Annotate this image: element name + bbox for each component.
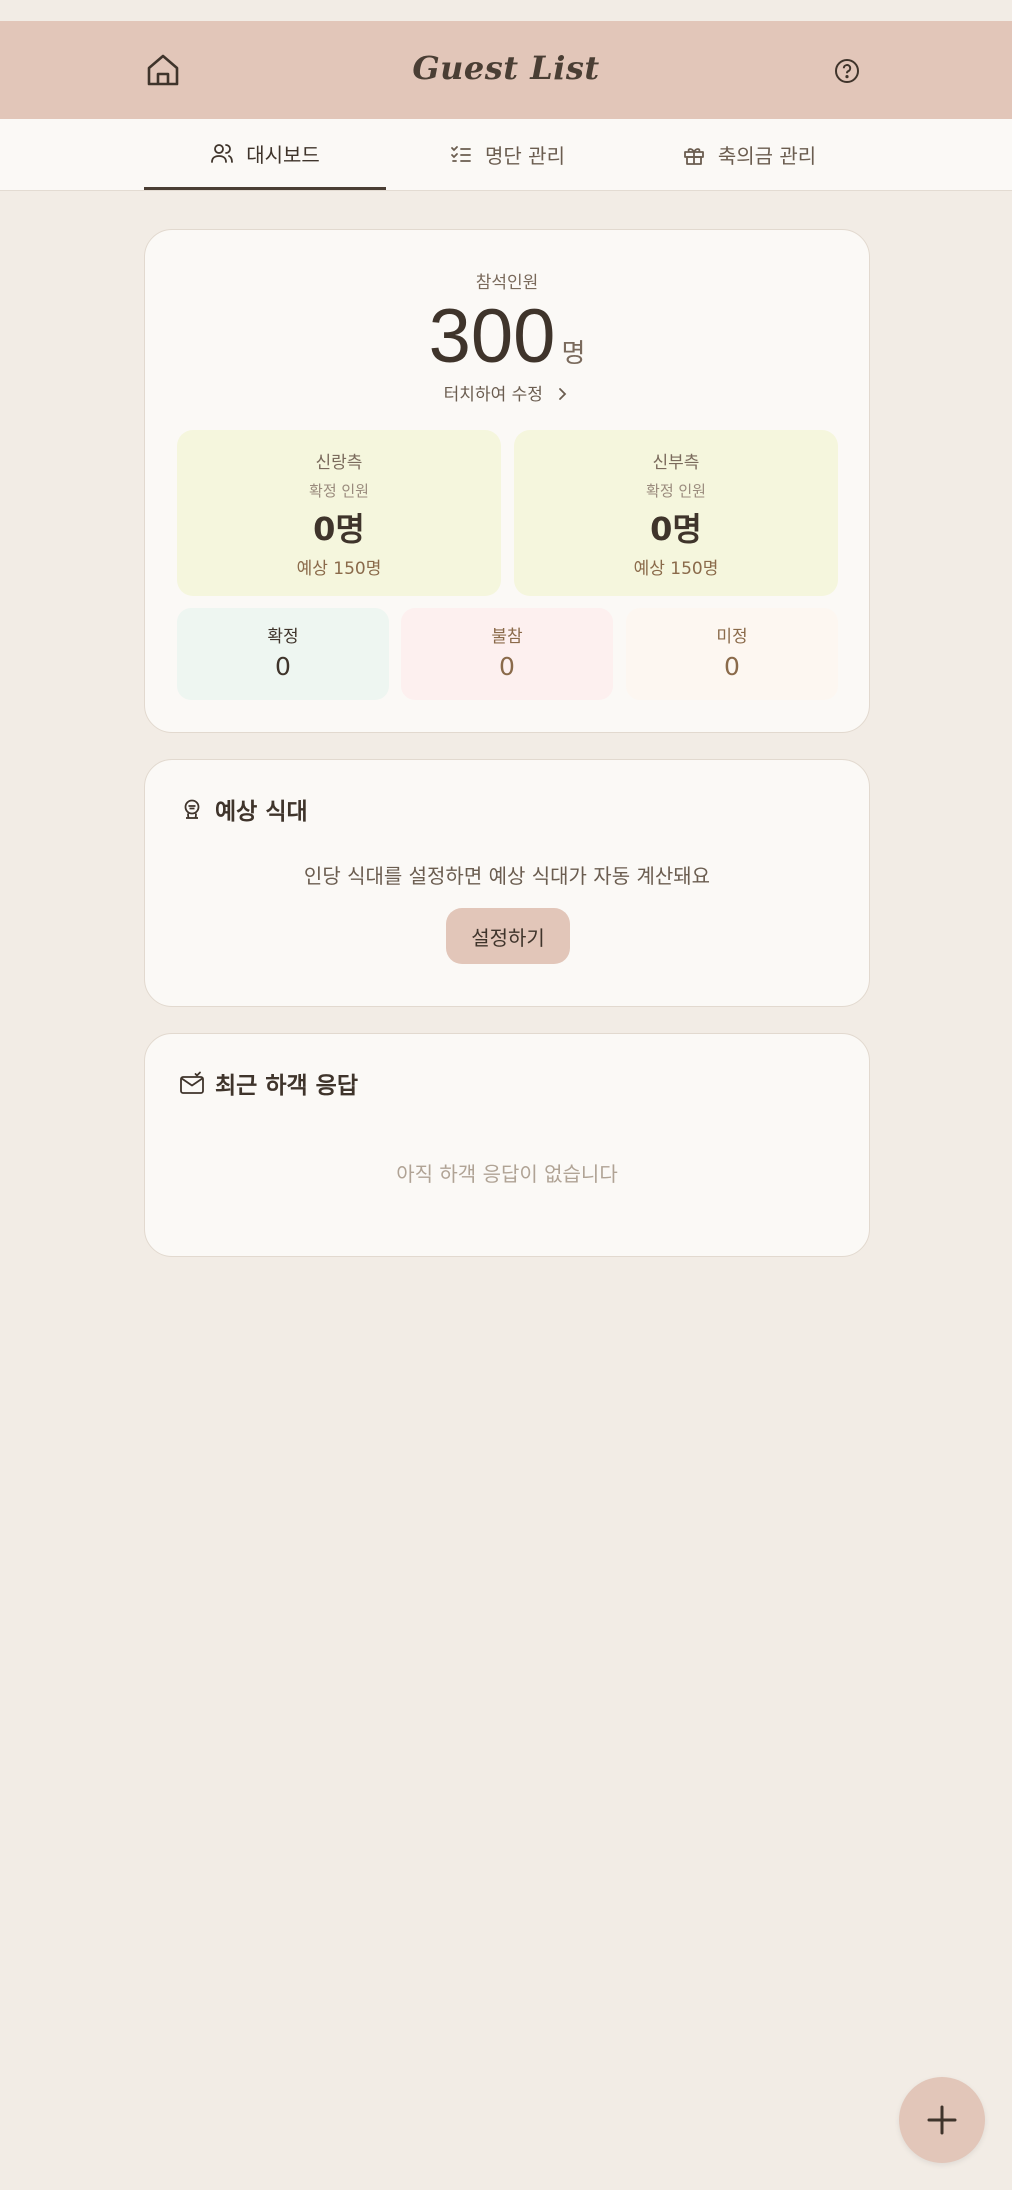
bride-expected: 예상 150명 <box>633 559 719 579</box>
app-header: Guest List <box>0 21 1012 119</box>
stat-confirmed: 확정 0 <box>177 608 389 700</box>
meal-cost-header: 예상 식대 <box>179 792 308 826</box>
users-icon <box>211 144 234 163</box>
cloche-icon <box>184 799 200 819</box>
stat-declined: 불참 0 <box>401 608 613 700</box>
stat-undecided: 미정 0 <box>626 608 838 700</box>
stat-declined-value: 0 <box>499 652 515 681</box>
recent-responses-empty: 아직 하객 응답이 없습니다 <box>396 1162 618 1186</box>
tab-dashboard[interactable]: 대시보드 <box>144 119 386 190</box>
recent-responses-title: 최근 하객 응답 <box>215 1073 358 1099</box>
gift-icon <box>683 147 704 165</box>
attendance-label: 참석인원 <box>475 273 539 293</box>
groom-confirmed-count: 0명 <box>313 510 365 548</box>
meal-cost-description: 인당 식대를 설정하면 예상 식대가 자동 계산돼요 <box>303 864 711 888</box>
edit-hint-label: 터치하여 수정 <box>443 385 543 405</box>
bride-side-title: 신부측 <box>652 453 700 473</box>
tab-gift-money-label: 축의금 관리 <box>717 144 817 168</box>
groom-expected: 예상 150명 <box>296 559 382 579</box>
attendance-card: 참석인원 300 명 터치하여 수정 신랑측 확정 인원 0명 예상 150명 … <box>144 229 870 733</box>
bride-confirmed-label: 확정 인원 <box>646 482 706 500</box>
bride-side-panel: 신부측 확정 인원 0명 예상 150명 <box>514 430 838 596</box>
stat-declined-label: 불참 <box>491 627 523 647</box>
checklist-icon <box>451 145 471 162</box>
tab-bar: 대시보드 명단 관리 축의금 관리 <box>0 119 1012 191</box>
meal-cost-title: 예상 식대 <box>215 799 308 825</box>
tab-dashboard-label: 대시보드 <box>246 142 320 167</box>
stat-confirmed-label: 확정 <box>267 627 299 647</box>
help-icon <box>835 59 859 83</box>
groom-side-title: 신랑측 <box>315 453 363 473</box>
attendance-unit: 명 <box>561 339 586 369</box>
stat-undecided-label: 미정 <box>716 627 748 647</box>
groom-confirmed-label: 확정 인원 <box>309 482 369 500</box>
recent-responses-card: 최근 하객 응답 아직 하객 응답이 없습니다 <box>144 1033 870 1257</box>
groom-side-panel: 신랑측 확정 인원 0명 예상 150명 <box>177 430 501 596</box>
plus-icon <box>927 2105 957 2135</box>
tab-gift-money[interactable]: 축의금 관리 <box>628 119 870 190</box>
status-bar-area <box>0 0 1012 21</box>
tab-guest-list-label: 명단 관리 <box>485 144 565 168</box>
setup-meal-cost-button[interactable]: 설정하기 <box>446 908 570 964</box>
chevron-right-icon <box>559 388 567 400</box>
tab-guest-list[interactable]: 명단 관리 <box>386 119 628 190</box>
help-button[interactable] <box>833 57 861 85</box>
add-guest-button[interactable] <box>899 2077 985 2163</box>
stat-confirmed-value: 0 <box>275 652 291 681</box>
mail-icon <box>180 1071 204 1094</box>
attendance-count: 300 <box>428 294 556 379</box>
edit-hint[interactable]: 터치하여 수정 <box>145 380 869 405</box>
bride-confirmed-count: 0명 <box>650 510 702 548</box>
attendance-count-editor[interactable]: 300 명 <box>145 292 869 382</box>
meal-cost-card: 예상 식대 인당 식대를 설정하면 예상 식대가 자동 계산돼요 설정하기 <box>144 759 870 1007</box>
stat-undecided-value: 0 <box>724 652 740 681</box>
recent-responses-header: 최근 하객 응답 <box>179 1066 358 1100</box>
